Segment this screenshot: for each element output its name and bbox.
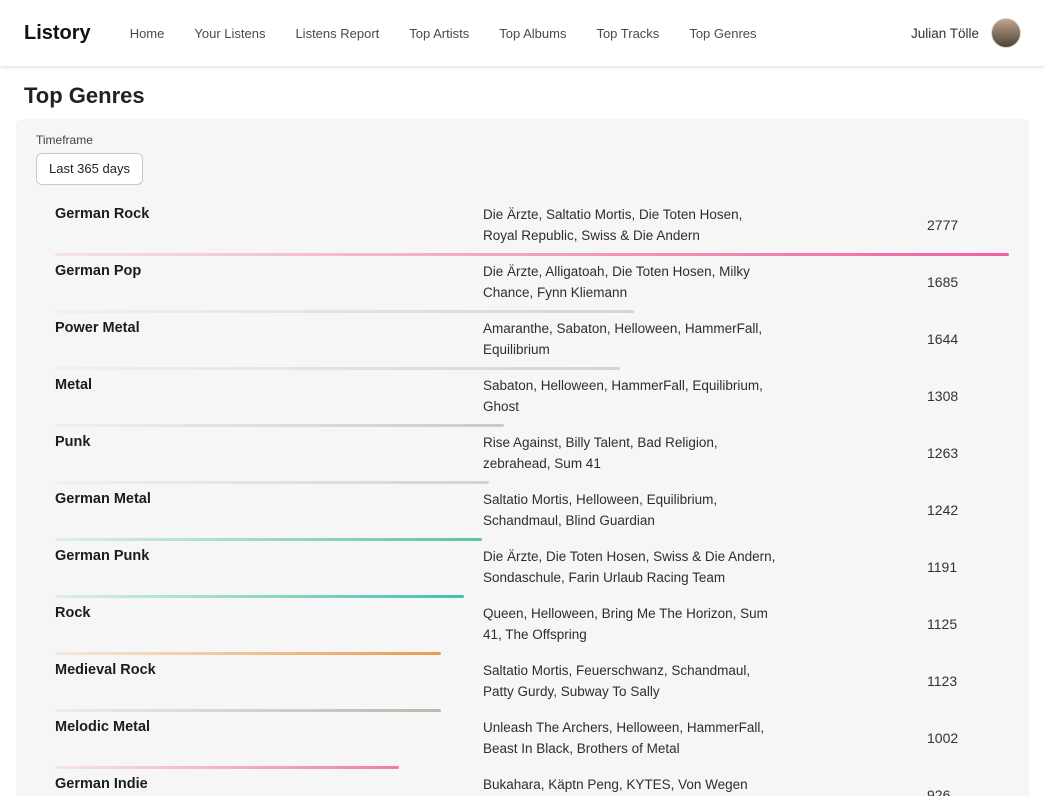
genre-count: 1242 [927, 502, 1009, 518]
top-genres-card: Timeframe Last 365 days German Rock Die … [16, 119, 1029, 796]
nav-links: Home Your Listens Listens Report Top Artist… [130, 26, 757, 41]
genre-row: German Pop Die Ärzte, Alligatoah, Die To… [55, 256, 1009, 313]
avatar[interactable] [991, 18, 1021, 48]
genre-artists: Bukahara, Käptn Peng, KYTES, Von Wegen L… [483, 774, 779, 796]
genre-artists: Amaranthe, Sabaton, Helloween, HammerFal… [483, 318, 779, 360]
genre-name: Medieval Rock [55, 660, 483, 681]
genre-artists: Sabaton, Helloween, HammerFall, Equilibr… [483, 375, 779, 417]
genre-name: German Rock [55, 204, 483, 225]
genre-count: 1644 [927, 331, 1009, 347]
nav-link-top-tracks[interactable]: Top Tracks [596, 26, 659, 41]
genre-artists: Unleash The Archers, Helloween, HammerFa… [483, 717, 779, 759]
genre-row: Metal Sabaton, Helloween, HammerFall, Eq… [55, 370, 1009, 427]
nav-link-top-albums[interactable]: Top Albums [499, 26, 566, 41]
genre-name: Rock [55, 603, 483, 624]
genre-count: 1308 [927, 388, 1009, 404]
timeframe-section: Timeframe Last 365 days [36, 133, 1009, 185]
genre-artists: Die Ärzte, Alligatoah, Die Toten Hosen, … [483, 261, 779, 303]
genre-name: Metal [55, 375, 483, 396]
top-navbar: Listory Home Your Listens Listens Report To… [0, 0, 1045, 66]
genre-name: German Pop [55, 261, 483, 282]
user-name[interactable]: Julian Tölle [911, 26, 979, 41]
genre-row: Rock Queen, Helloween, Bring Me The Hori… [55, 598, 1009, 655]
nav-link-your-listens[interactable]: Your Listens [194, 26, 265, 41]
genre-name: German Metal [55, 489, 483, 510]
navbar-user-area: Julian Tölle [911, 18, 1021, 48]
genre-count: 1191 [927, 559, 1009, 575]
genre-count: 1685 [927, 274, 1009, 290]
genre-table: German Rock Die Ärzte, Saltatio Mortis, … [36, 199, 1009, 796]
genre-name: Melodic Metal [55, 717, 483, 738]
genre-name: German Punk [55, 546, 483, 567]
genre-count: 1263 [927, 445, 1009, 461]
genre-artists: Rise Against, Billy Talent, Bad Religion… [483, 432, 779, 474]
genre-name: German Indie [55, 774, 483, 795]
nav-link-listens-report[interactable]: Listens Report [295, 26, 379, 41]
genre-count: 1002 [927, 730, 1009, 746]
nav-link-home[interactable]: Home [130, 26, 165, 41]
genre-name: Punk [55, 432, 483, 453]
genre-row: German Metal Saltatio Mortis, Helloween,… [55, 484, 1009, 541]
genre-row: German Punk Die Ärzte, Die Toten Hosen, … [55, 541, 1009, 598]
genre-artists: Die Ärzte, Die Toten Hosen, Swiss & Die … [483, 546, 779, 588]
genre-name: Power Metal [55, 318, 483, 339]
genre-artists: Saltatio Mortis, Feuerschwanz, Schandmau… [483, 660, 779, 702]
genre-artists: Die Ärzte, Saltatio Mortis, Die Toten Ho… [483, 204, 779, 246]
page-title: Top Genres [24, 83, 1045, 109]
genre-row: Medieval Rock Saltatio Mortis, Feuerschw… [55, 655, 1009, 712]
timeframe-label: Timeframe [36, 133, 1009, 147]
timeframe-select[interactable]: Last 365 days [36, 153, 143, 185]
app-logo[interactable]: Listory [24, 22, 91, 45]
genre-count: 1123 [927, 673, 1009, 689]
nav-link-top-artists[interactable]: Top Artists [409, 26, 469, 41]
genre-row: Melodic Metal Unleash The Archers, Hello… [55, 712, 1009, 769]
genre-row: German Indie Bukahara, Käptn Peng, KYTES… [55, 769, 1009, 796]
genre-artists: Saltatio Mortis, Helloween, Equilibrium,… [483, 489, 779, 531]
genre-count: 926 [927, 787, 1009, 796]
genre-row: Punk Rise Against, Billy Talent, Bad Rel… [55, 427, 1009, 484]
genre-count: 1125 [927, 616, 1009, 632]
genre-count: 2777 [927, 217, 1009, 233]
genre-row: German Rock Die Ärzte, Saltatio Mortis, … [55, 199, 1009, 256]
genre-row: Power Metal Amaranthe, Sabaton, Hellowee… [55, 313, 1009, 370]
genre-artists: Queen, Helloween, Bring Me The Horizon, … [483, 603, 779, 645]
nav-link-top-genres[interactable]: Top Genres [689, 26, 756, 41]
